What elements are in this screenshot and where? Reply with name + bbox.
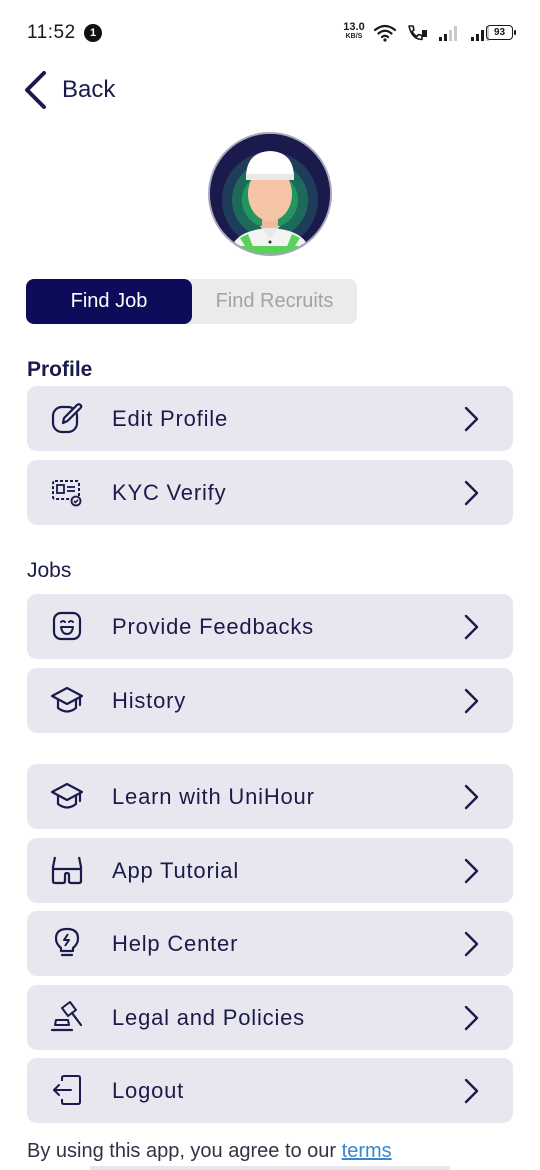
avatar[interactable] [208, 132, 332, 256]
mode-toggle: Find Job Find Recruits [26, 279, 357, 324]
bottom-divider [90, 1166, 450, 1170]
graduation-cap-icon [50, 683, 84, 717]
back-button[interactable]: Back [22, 68, 115, 112]
status-time: 11:52 [27, 22, 76, 43]
menu-item-learn-with-unihour[interactable]: Learn with UniHour [27, 764, 513, 829]
menu-item-kyc-verify[interactable]: KYC Verify [27, 460, 513, 525]
menu-label-provide-feedbacks: Provide Feedbacks [112, 613, 314, 639]
id-card-verify-icon [50, 475, 84, 509]
terms-notice-text: By using this app, you agree to our [27, 1140, 342, 1162]
find-recruits-tab[interactable]: Find Recruits [192, 279, 357, 324]
glasses-icon [50, 853, 84, 887]
section-title-jobs: Jobs [27, 559, 72, 582]
menu-label-legal-and-policies: Legal and Policies [112, 1004, 305, 1030]
chevron-right-icon [464, 784, 479, 810]
chevron-left-icon [25, 71, 46, 109]
menu-label-learn-with-unihour: Learn with UniHour [112, 783, 315, 809]
chevron-right-icon [464, 480, 479, 506]
network-speed-unit: KB/S [345, 33, 363, 40]
graduation-cap-icon [50, 779, 84, 813]
edit-icon [50, 401, 84, 435]
notification-badge: 1 [84, 24, 102, 42]
status-bar: 11:52 1 13.0 KB/S 93 [0, 0, 540, 66]
back-label: Back [62, 76, 116, 103]
call-wifi-icon [408, 25, 427, 41]
chevron-right-icon [464, 614, 479, 640]
menu-item-app-tutorial[interactable]: App Tutorial [27, 838, 513, 903]
battery-icon: 93 [486, 25, 516, 40]
logout-icon [50, 1073, 84, 1107]
menu-item-provide-feedbacks[interactable]: Provide Feedbacks [27, 594, 513, 659]
menu-label-app-tutorial: App Tutorial [112, 857, 240, 883]
chevron-right-icon [464, 1078, 479, 1104]
lightbulb-icon [50, 926, 84, 960]
terms-link[interactable]: terms [342, 1140, 392, 1162]
chevron-right-icon [464, 858, 479, 884]
status-icons [374, 22, 492, 44]
menu-label-help-center: Help Center [112, 930, 239, 956]
chevron-right-icon [464, 1005, 479, 1031]
menu-item-history[interactable]: History [27, 668, 513, 733]
wifi-icon [374, 24, 396, 42]
network-speed-value: 13.0 [343, 21, 365, 33]
smiley-icon [50, 609, 84, 643]
chevron-right-icon [464, 688, 479, 714]
menu-label-history: History [112, 687, 187, 713]
menu-item-edit-profile[interactable]: Edit Profile [27, 386, 513, 451]
worker-avatar-icon [210, 134, 330, 254]
signal-icon-sim1 [439, 26, 457, 41]
chevron-right-icon [464, 931, 479, 957]
section-title-profile: Profile [27, 358, 93, 381]
menu-label-edit-profile: Edit Profile [112, 405, 228, 431]
menu-label-logout: Logout [112, 1077, 185, 1103]
gavel-icon [50, 1000, 84, 1034]
network-speed: 13.0 KB/S [341, 21, 367, 41]
menu-item-legal-and-policies[interactable]: Legal and Policies [27, 985, 513, 1050]
find-job-tab[interactable]: Find Job [26, 279, 192, 324]
menu-item-help-center[interactable]: Help Center [27, 911, 513, 976]
chevron-right-icon [464, 406, 479, 432]
terms-notice: By using this app, you agree to our term… [27, 1140, 392, 1163]
menu-label-kyc-verify: KYC Verify [112, 479, 227, 505]
menu-item-logout[interactable]: Logout [27, 1058, 513, 1123]
